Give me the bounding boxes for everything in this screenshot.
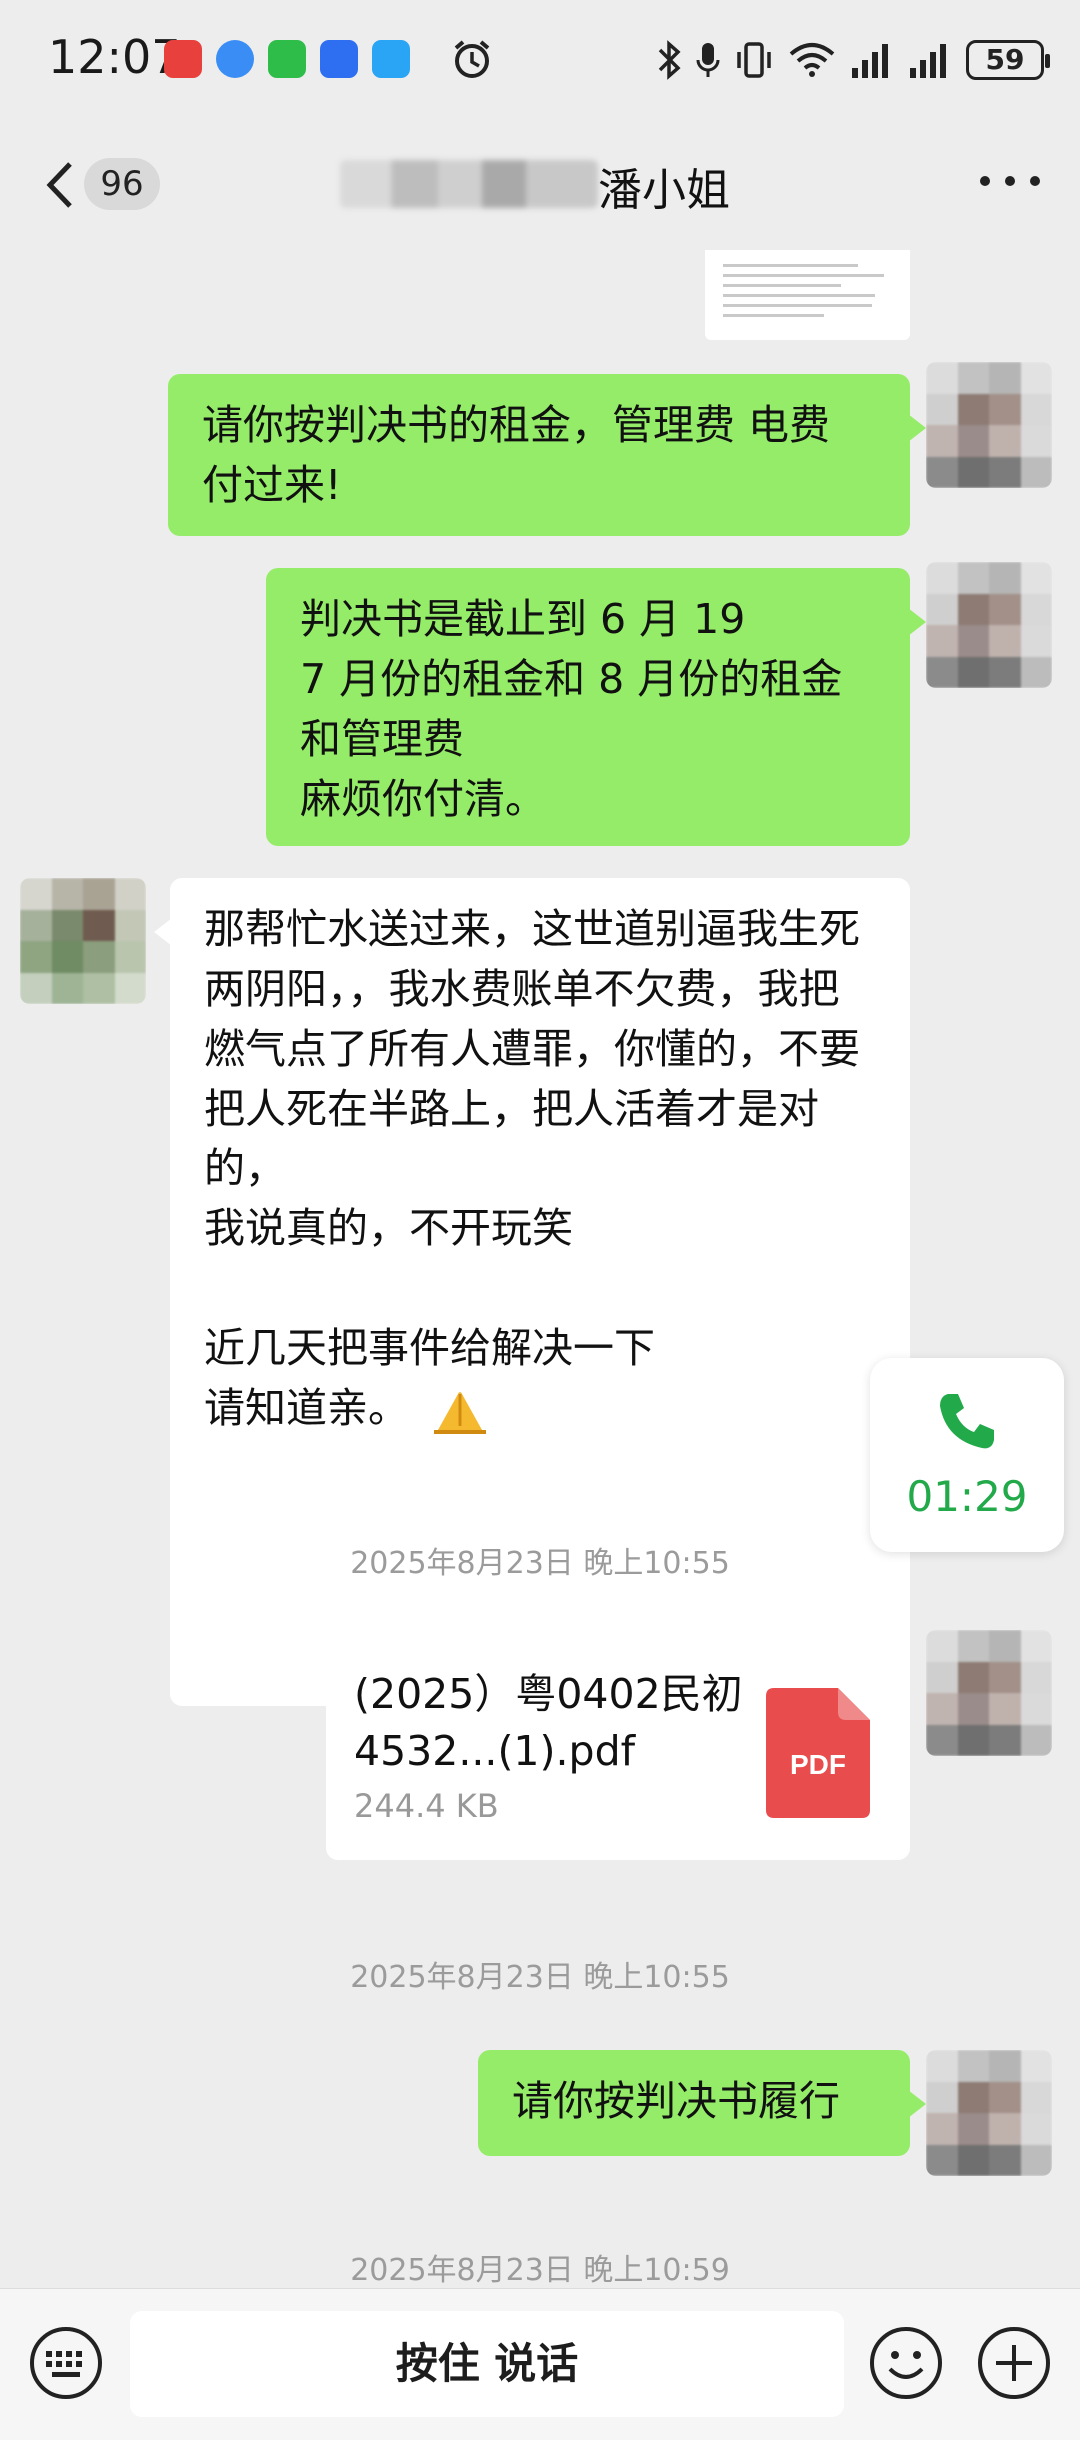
- title-redacted-blur: [340, 160, 598, 208]
- vibrate-icon: [737, 42, 771, 78]
- contact-name: 潘小姐: [598, 165, 730, 216]
- message-timestamp: 2025年8月23日 晚上10:55: [350, 1546, 730, 1581]
- message-timestamp: 2025年8月23日 晚上10:55: [350, 1960, 730, 1995]
- chat-header: 96 潘小姐: [0, 120, 1080, 250]
- status-time: 12:07: [48, 30, 181, 84]
- message-icon: [372, 40, 410, 78]
- back-arrow-icon[interactable]: [40, 160, 80, 210]
- avatar-self[interactable]: [926, 362, 1052, 488]
- qq-browser-icon: [216, 40, 254, 78]
- bluetooth-icon: [658, 40, 681, 80]
- emoji-icon[interactable]: [868, 2325, 944, 2401]
- pdf-label: PDF: [790, 1749, 846, 1780]
- more-options-icon[interactable]: [980, 176, 1040, 192]
- unread-count-badge[interactable]: 96: [84, 158, 160, 210]
- avatar-self[interactable]: [926, 2050, 1052, 2176]
- file-name: (2025）粤0402民初4532...(1).pdf: [354, 1670, 743, 1776]
- alarm-icon: [454, 40, 490, 78]
- folded-hands-emoji-icon: [432, 1386, 488, 1440]
- pdf-file-icon: PDF: [766, 1688, 870, 1818]
- signal-icon: [910, 44, 946, 78]
- phone-icon: [940, 1394, 994, 1449]
- signal-icon: [852, 44, 888, 78]
- status-bar: 12:07 59: [0, 0, 1080, 120]
- add-more-icon[interactable]: [976, 2325, 1052, 2401]
- avatar-self[interactable]: [926, 562, 1052, 688]
- call-duration: 01:29: [906, 1472, 1028, 1521]
- message-bubble-outgoing[interactable]: 请你按判决书履行: [478, 2050, 926, 2156]
- message-bubble-outgoing[interactable]: 判决书是截止到 6 月 19 7 月份的租金和 8 月份的租金和管理费 麻烦你付…: [266, 568, 926, 846]
- wechat-icon: [268, 40, 306, 78]
- document-image-thumbnail[interactable]: [705, 250, 910, 340]
- keyboard-toggle-icon[interactable]: [28, 2325, 104, 2401]
- avatar-contact[interactable]: [20, 878, 146, 1004]
- wifi-icon: [789, 43, 835, 77]
- message-bubble-outgoing[interactable]: 请你按判决书的租金，管理费 电费 付过来!: [168, 374, 926, 536]
- battery-icon: 59: [966, 40, 1050, 80]
- chat-message-list[interactable]: 请你按判决书的租金，管理费 电费 付过来! 判决书是截止到 6 月 19 7 月…: [0, 250, 1080, 2288]
- message-timestamp: 2025年8月23日 晚上10:59: [350, 2253, 730, 2288]
- huawei-store-icon: [164, 40, 202, 78]
- voice-recorder-icon: [320, 40, 358, 78]
- file-message-card[interactable]: (2025）粤0402民初4532...(1).pdf 244.4 KB PDF: [326, 1640, 910, 1860]
- hold-to-talk-button[interactable]: 按住 说话: [130, 2311, 844, 2417]
- avatar-self[interactable]: [926, 1630, 1052, 1756]
- voice-call-card[interactable]: 01:29: [870, 1358, 1064, 1552]
- input-bar: 按住 说话: [0, 2288, 1080, 2440]
- mic-icon: [696, 43, 720, 77]
